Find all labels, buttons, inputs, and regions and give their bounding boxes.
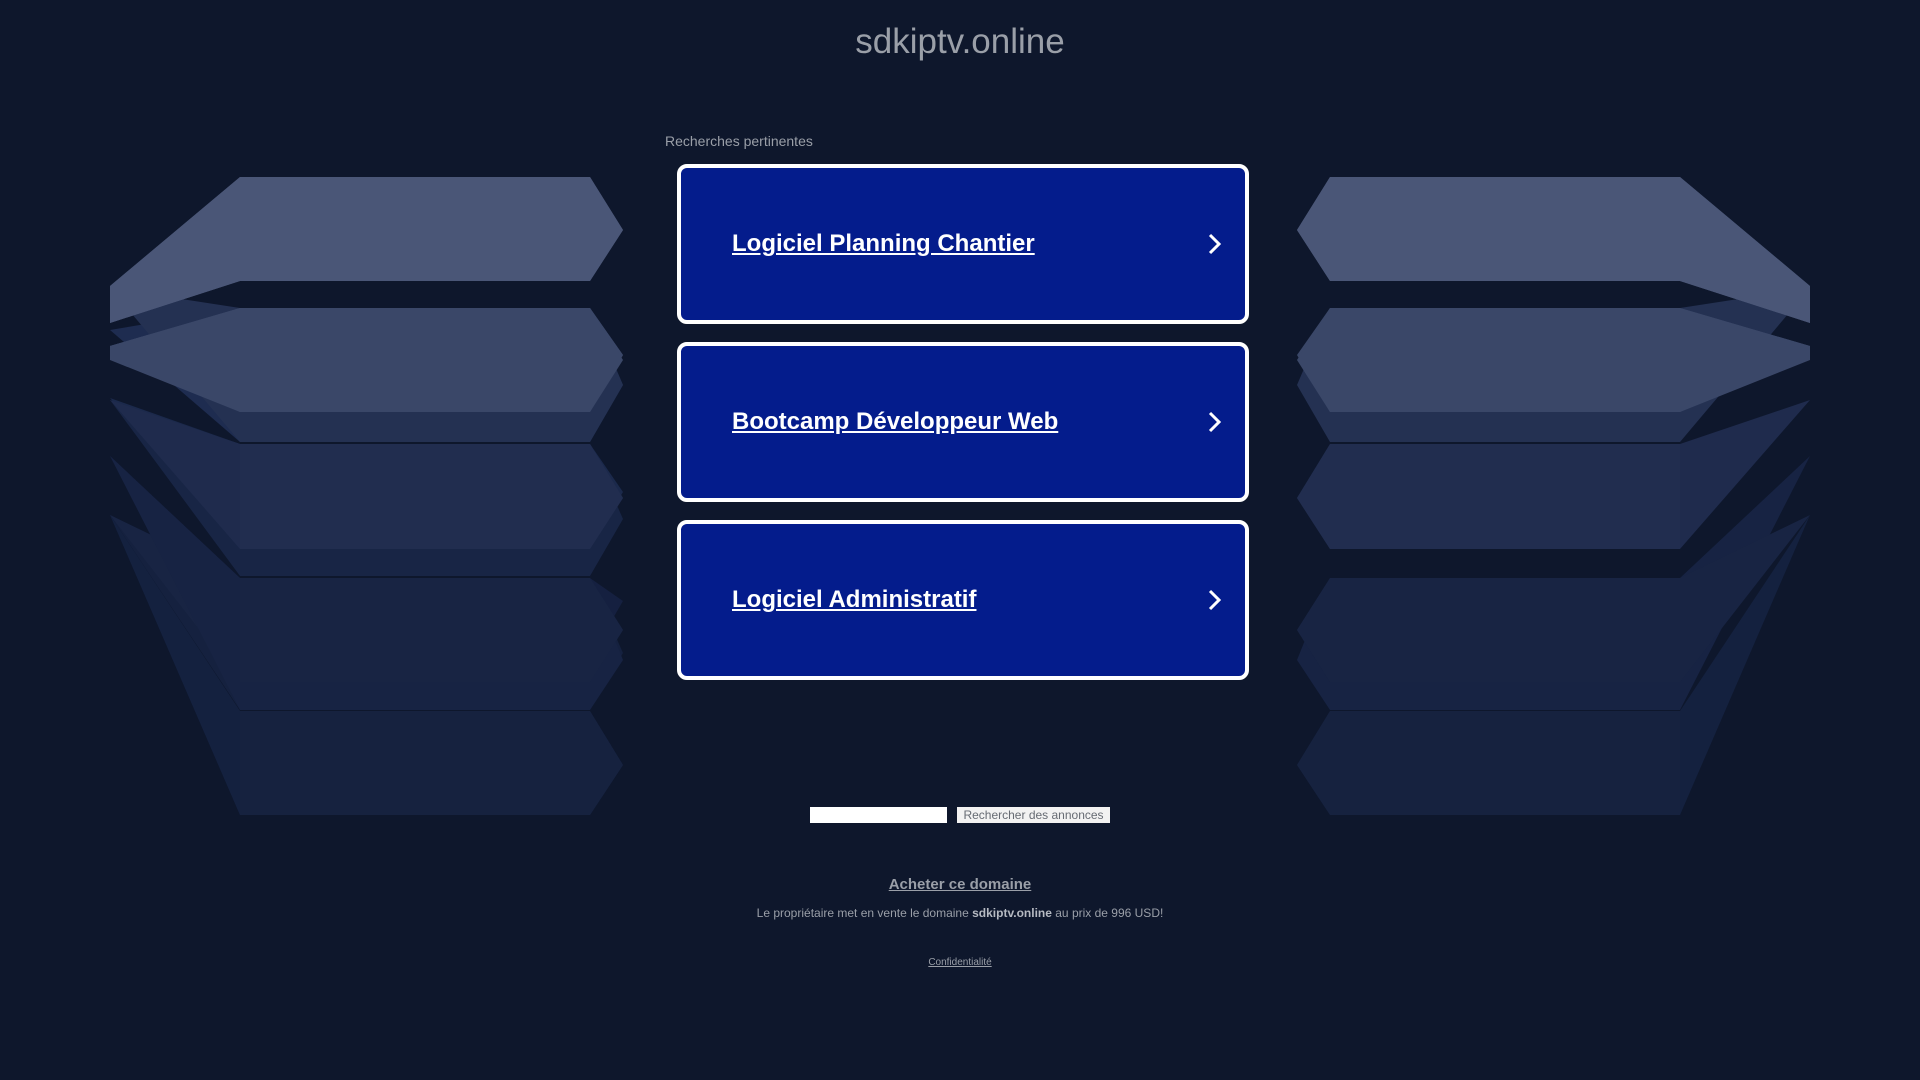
search-input[interactable] <box>810 807 948 823</box>
privacy-link[interactable]: Confidentialité <box>0 957 1920 968</box>
ad-search-bar: Rechercher des annonces <box>0 807 1920 823</box>
sale-notice: Le propriétaire met en vente le domaine … <box>0 906 1920 920</box>
sale-notice-domain: sdkiptv.online <box>972 906 1052 920</box>
parked-domain-page: sdkiptv.online Recherches pertinentes Lo… <box>0 0 1920 1080</box>
related-search-label: Bootcamp Développeur Web <box>732 408 1059 435</box>
related-search-label: Logiciel Planning Chantier <box>732 230 1035 257</box>
related-search-link-1[interactable]: Logiciel Planning Chantier <box>677 164 1249 324</box>
chevron-right-icon <box>1208 411 1222 433</box>
chevron-right-icon <box>1208 233 1222 255</box>
sale-notice-suffix: au prix de 996 USD! <box>1051 906 1164 920</box>
domain-title: sdkiptv.online <box>855 22 1065 61</box>
sale-notice-prefix: Le propriétaire met en vente le domaine <box>756 906 973 920</box>
search-ads-button[interactable]: Rechercher des annonces <box>957 807 1110 823</box>
buy-domain-link[interactable]: Acheter ce domaine <box>0 876 1920 893</box>
related-searches-label: Recherches pertinentes <box>665 133 813 149</box>
chevron-right-icon <box>1208 589 1222 611</box>
related-search-link-3[interactable]: Logiciel Administratif <box>677 520 1249 680</box>
related-search-link-2[interactable]: Bootcamp Développeur Web <box>677 342 1249 502</box>
related-search-label: Logiciel Administratif <box>732 586 977 613</box>
